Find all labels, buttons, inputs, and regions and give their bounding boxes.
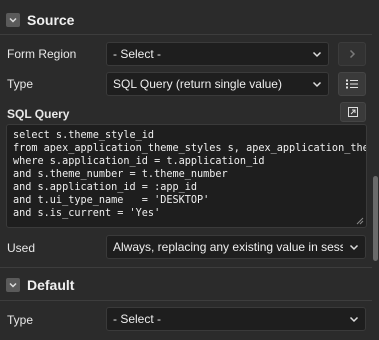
- property-panel: Source Form Region - Select - Type SQL Q…: [0, 0, 379, 340]
- used-label: Used: [7, 241, 36, 255]
- default-section-header[interactable]: Default: [0, 275, 372, 295]
- chevron-right-icon: [349, 49, 356, 59]
- source-section-title: Source: [27, 12, 75, 28]
- expand-editor-button[interactable]: [340, 102, 366, 122]
- scrollbar-thumb[interactable]: [373, 176, 378, 261]
- list-of-values-button[interactable]: [338, 72, 366, 96]
- sql-line: and s.theme_number = t.theme_number: [13, 169, 228, 180]
- divider: [0, 267, 372, 268]
- divider: [0, 300, 372, 301]
- sql-query-editor[interactable]: select s.theme_style_id from apex_applic…: [6, 124, 367, 228]
- sql-line: and t.ui_type_name = 'DESKTOP': [13, 195, 210, 206]
- sql-query-label: SQL Query: [7, 107, 70, 121]
- go-to-region-button[interactable]: [338, 42, 366, 66]
- list-icon: [346, 79, 358, 89]
- chevron-down-icon: [343, 236, 365, 258]
- form-region-value: - Select -: [113, 47, 162, 61]
- chevron-down-icon[interactable]: [6, 13, 20, 27]
- chevron-down-icon: [343, 308, 365, 330]
- default-type-label: Type: [7, 313, 34, 327]
- sql-line: and s.application_id = :app_id: [13, 182, 198, 193]
- chevron-down-icon: [306, 73, 328, 95]
- default-type-value: - Select -: [113, 312, 162, 326]
- expand-icon: [348, 107, 358, 117]
- form-region-select[interactable]: - Select -: [106, 42, 329, 66]
- source-type-value: SQL Query (return single value): [113, 77, 282, 91]
- resize-handle-icon[interactable]: [356, 217, 364, 225]
- used-value: Always, replacing any existing value in …: [113, 240, 343, 254]
- sql-line: from apex_application_theme_styles s, ap…: [13, 143, 367, 154]
- source-section-header[interactable]: Source: [0, 10, 372, 30]
- source-type-label: Type: [7, 77, 34, 91]
- source-type-select[interactable]: SQL Query (return single value): [106, 72, 329, 96]
- chevron-down-icon: [306, 43, 328, 65]
- default-type-select[interactable]: - Select -: [106, 307, 366, 331]
- form-region-label: Form Region: [7, 47, 77, 61]
- sql-line: select s.theme_style_id: [13, 130, 155, 141]
- sql-line: where s.application_id = t.application_i…: [13, 156, 265, 167]
- divider: [0, 34, 372, 35]
- used-select[interactable]: Always, replacing any existing value in …: [106, 235, 366, 259]
- chevron-down-icon[interactable]: [6, 278, 20, 292]
- default-section-title: Default: [27, 277, 75, 293]
- scrollbar-track[interactable]: [372, 0, 379, 340]
- sql-line: and s.is_current = 'Yes': [13, 208, 161, 219]
